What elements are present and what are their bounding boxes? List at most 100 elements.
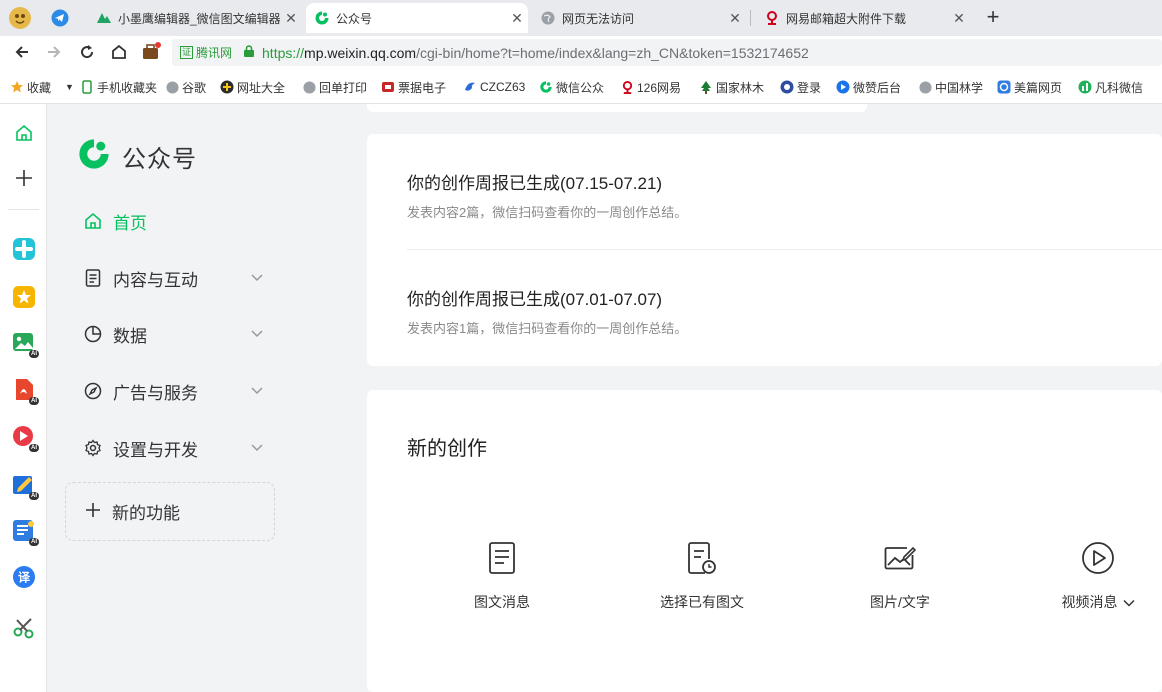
- rail-scissors-icon[interactable]: [11, 614, 37, 640]
- close-icon[interactable]: ✕: [280, 10, 302, 27]
- bookmark-label: 美篇网页: [1014, 80, 1063, 95]
- close-icon[interactable]: ✕: [724, 10, 746, 27]
- ai-badge: AI: [29, 350, 39, 358]
- compass-icon: [84, 382, 102, 400]
- extensions-button[interactable]: [139, 40, 163, 64]
- ticket-icon: [381, 80, 395, 94]
- video-play-icon: [1080, 540, 1116, 576]
- meipian-icon: [997, 80, 1011, 94]
- new-feature-button[interactable]: 新的功能: [65, 482, 275, 541]
- rail-tool-icon[interactable]: [11, 236, 37, 262]
- url-text[interactable]: https://mp.weixin.qq.com/cgi-bin/home?t=…: [262, 45, 809, 61]
- ai-badge: AI: [29, 538, 39, 546]
- menu-label: 设置与开发: [113, 440, 198, 460]
- bookmark-label: 微信公众: [556, 80, 605, 95]
- bookmark-fanke[interactable]: 凡科微信: [1078, 78, 1148, 96]
- bookmark-mobile[interactable]: 手机收藏夹: [80, 78, 158, 96]
- article-icon: [484, 540, 520, 576]
- create-label: 视频消息: [1061, 594, 1118, 610]
- bookmark-czcz[interactable]: CZCZ63: [463, 78, 529, 96]
- menu-item-ads[interactable]: 广告与服务: [84, 376, 264, 406]
- tab-unreachable[interactable]: 网页无法访问 ✕: [532, 3, 746, 33]
- browser-tab-bar: 小墨鹰编辑器_微信图文编辑器 ✕ 公众号 ✕ 网页无法访问 ✕ 网易邮箱超大附件…: [0, 0, 1162, 36]
- back-button[interactable]: [10, 40, 34, 64]
- create-video-button[interactable]: 视频消息: [1028, 540, 1162, 612]
- bookmark-label: 微赞后台: [853, 80, 902, 95]
- bookmark-login[interactable]: 登录: [780, 78, 828, 96]
- create-label: 选择已有图文: [660, 594, 744, 610]
- url-scheme: https://: [262, 44, 305, 61]
- url-host: mp.weixin.qq.com: [304, 44, 417, 61]
- rail-home-icon[interactable]: [11, 120, 37, 146]
- menu-item-content[interactable]: 内容与互动: [84, 263, 264, 293]
- bookmark-label: 谷歌: [182, 80, 207, 95]
- brand-logo[interactable]: 公众号: [76, 136, 197, 177]
- user-avatar-icon[interactable]: [4, 4, 36, 32]
- rail-ai-pdf-icon[interactable]: AI: [11, 377, 39, 405]
- home-icon: [112, 44, 126, 59]
- tree-icon: [699, 80, 713, 94]
- plus-icon: [84, 501, 102, 522]
- image-edit-icon: [882, 540, 918, 576]
- bookmark-invoice[interactable]: 票据电子: [381, 78, 451, 96]
- ai-badge: AI: [29, 444, 39, 452]
- ai-badge: AI: [29, 397, 39, 405]
- svg-text:译: 译: [18, 571, 31, 585]
- create-image-text-button[interactable]: 图片/文字: [830, 540, 970, 612]
- menu-label: 广告与服务: [113, 383, 198, 403]
- bookmark-receipt[interactable]: 回单打印: [302, 78, 370, 96]
- close-icon[interactable]: ✕: [506, 10, 528, 27]
- new-tab-button[interactable]: +: [980, 5, 1006, 31]
- menu-item-data[interactable]: 数据: [84, 319, 264, 349]
- bookmark-126[interactable]: 126网易: [620, 78, 686, 96]
- chevron-down-icon[interactable]: [1122, 594, 1135, 610]
- tab-xiaomoying[interactable]: 小墨鹰编辑器_微信图文编辑器 ✕: [88, 3, 302, 33]
- rail-ai-image-icon[interactable]: AI: [11, 330, 39, 358]
- weekly-report-item[interactable]: 你的创作周报已生成(07.15-07.21) 发表内容2篇，微信扫码查看你的一周…: [407, 169, 687, 221]
- create-label: 图片/文字: [870, 594, 930, 610]
- bookmark-weizan[interactable]: 微赞后台: [836, 78, 906, 96]
- address-bar[interactable]: 证 腾讯网 https://mp.weixin.qq.com/cgi-bin/h…: [172, 39, 1162, 66]
- weekly-report-item[interactable]: 你的创作周报已生成(07.01-07.07) 发表内容1篇，微信扫码查看你的一周…: [407, 285, 687, 337]
- reload-button[interactable]: [75, 40, 99, 64]
- rail-ai-video-icon[interactable]: AI: [11, 424, 39, 452]
- rail-ai-write-icon[interactable]: AI: [11, 472, 39, 500]
- bookmarks-bar: 收藏 ▼ 手机收藏夹 谷歌 网址大全 回单打印 票据电子 CZCZ63 微信公众…: [0, 68, 1162, 104]
- certificate-icon: 证: [180, 46, 193, 59]
- tab-wechat-mp[interactable]: 公众号 ✕: [306, 3, 528, 33]
- create-label-with-dropdown: 视频消息: [1062, 592, 1135, 612]
- play-icon: [836, 80, 850, 94]
- rail-ai-doc-icon[interactable]: AI: [11, 518, 39, 546]
- bookmark-favorites[interactable]: 收藏 ▼: [10, 78, 80, 96]
- close-icon[interactable]: ✕: [948, 10, 970, 27]
- bookmark-forestry[interactable]: 国家林木: [699, 78, 767, 96]
- bookmark-label: 票据电子: [398, 80, 447, 95]
- select-existing-article-button[interactable]: 选择已有图文: [632, 540, 772, 612]
- rail-add-icon[interactable]: [11, 165, 37, 191]
- wechat-mp-icon: [314, 10, 330, 26]
- bookmark-label: 网址大全: [237, 80, 286, 95]
- netease-icon: [620, 80, 634, 94]
- security-certificate[interactable]: 证 腾讯网: [180, 44, 232, 61]
- mp-sidebar: 公众号 首页 内容与互动 数据 广告与服务 设置与开发 新的功能: [48, 104, 366, 692]
- bookmark-wechat-mp[interactable]: 微信公众: [539, 78, 609, 96]
- telegram-icon[interactable]: [44, 4, 76, 32]
- rail-translate-icon[interactable]: 译: [11, 564, 37, 590]
- forward-button[interactable]: [42, 40, 66, 64]
- menu-item-home[interactable]: 首页: [84, 206, 264, 236]
- new-creation-card: 新的创作 图文消息 选择已有图文 图片/文字 视频消息: [367, 390, 1162, 692]
- home-button[interactable]: [107, 40, 131, 64]
- create-article-button[interactable]: 图文消息: [432, 540, 572, 612]
- bookmark-forestry-society[interactable]: 中国林学: [918, 78, 986, 96]
- bookmark-hao123[interactable]: 网址大全: [220, 78, 292, 96]
- briefcase-icon: [143, 42, 161, 59]
- tab-netease-mail[interactable]: 网易邮箱超大附件下载 ✕: [756, 3, 970, 33]
- menu-item-settings[interactable]: 设置与开发: [84, 433, 264, 463]
- bird-icon: [463, 80, 477, 94]
- bookmark-meipian[interactable]: 美篇网页: [997, 78, 1067, 96]
- gear-icon: [84, 439, 102, 457]
- bookmark-google[interactable]: 谷歌: [165, 78, 215, 96]
- rail-favorites-icon[interactable]: [11, 284, 37, 310]
- pie-chart-icon: [84, 325, 102, 343]
- report-desc: 发表内容1篇，微信扫码查看你的一周创作总结。: [407, 321, 688, 336]
